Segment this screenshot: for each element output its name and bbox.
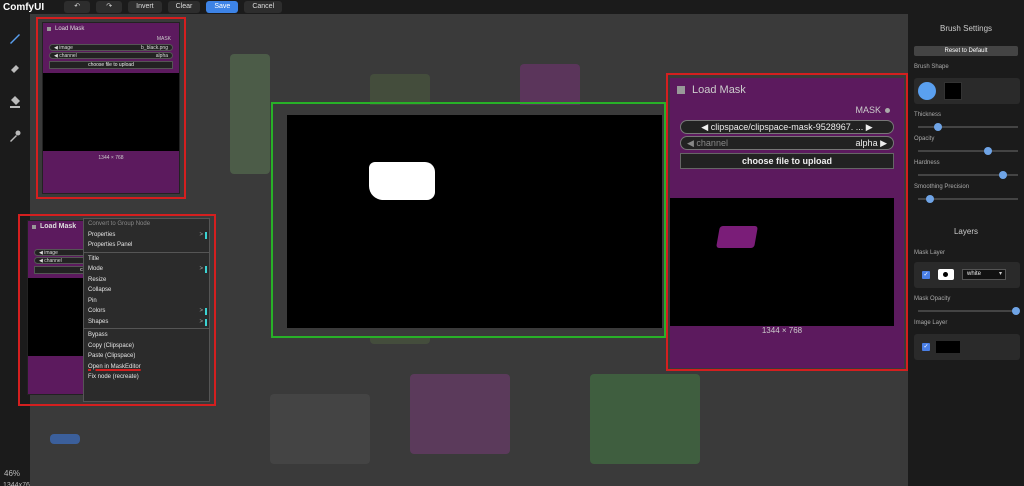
image-layer-label: Image Layer	[914, 320, 948, 326]
mask-opacity-label: Mask Opacity	[914, 296, 951, 302]
smoothing-label: Smoothing Precision	[914, 184, 970, 190]
redo-button[interactable]: ↷	[96, 1, 123, 13]
mask-opacity-slider[interactable]	[918, 307, 1020, 315]
smoothing-slider[interactable]	[918, 195, 1018, 203]
mask-visibility-icon[interactable]	[938, 269, 954, 280]
opacity-label: Opacity	[914, 136, 935, 142]
clear-button[interactable]: Clear	[167, 1, 201, 13]
color-picker-tool[interactable]	[3, 124, 27, 148]
highlight-box-step3	[666, 73, 908, 371]
slider-knob[interactable]	[934, 123, 942, 131]
eraser-icon	[11, 65, 19, 73]
image-layer-thumbnail	[936, 341, 960, 353]
thickness-slider[interactable]	[918, 123, 1018, 131]
paint-bucket-tool[interactable]	[3, 90, 27, 114]
background-node	[410, 374, 510, 454]
slider-knob[interactable]	[999, 171, 1007, 179]
eraser-tool[interactable]	[3, 56, 27, 80]
brush-shape-selector	[914, 78, 1020, 104]
zoom-level: 46%	[4, 469, 21, 478]
invert-button[interactable]: Invert	[128, 1, 162, 13]
mask-layer-checkbox[interactable]: ✓	[922, 271, 930, 279]
brush-settings-title: Brush Settings	[939, 24, 993, 33]
slider-knob[interactable]	[984, 147, 992, 155]
circle-shape-icon[interactable]	[918, 82, 936, 100]
mask-editor-screen: ComfyUI ↶ ↷ Invert Clear Save Cancel 46%…	[0, 0, 1024, 486]
background-node	[230, 54, 270, 174]
slider-knob[interactable]	[926, 195, 934, 203]
image-layer-checkbox[interactable]: ✓	[922, 343, 930, 351]
undo-button[interactable]: ↶	[64, 1, 91, 13]
cancel-button[interactable]: Cancel	[244, 1, 283, 13]
mask-layer-label: Mask Layer	[914, 250, 946, 256]
reset-default-button[interactable]: Reset to Default	[914, 46, 1018, 56]
background-node	[270, 394, 370, 464]
mask-color-select[interactable]: white	[962, 269, 1006, 280]
thickness-label: Thickness	[914, 112, 942, 118]
save-button[interactable]: Save	[206, 1, 239, 13]
slider-knob[interactable]	[1012, 307, 1020, 315]
square-shape-icon[interactable]	[944, 82, 962, 100]
top-toolbar: ComfyUI ↶ ↷ Invert Clear Save Cancel	[0, 0, 1024, 14]
brush-tool[interactable]	[3, 26, 27, 50]
hardness-label: Hardness	[914, 160, 940, 166]
eyedropper-icon	[10, 130, 21, 142]
brush-icon	[10, 34, 20, 44]
highlight-box-canvas	[271, 102, 666, 338]
background-button	[50, 434, 80, 444]
brush-settings-panel: Brush Settings Reset to Default Brush Sh…	[908, 14, 1024, 486]
highlight-box-step2	[18, 214, 216, 406]
hardness-slider[interactable]	[918, 171, 1018, 179]
opacity-slider[interactable]	[918, 147, 1018, 155]
app-title: ComfyUI	[3, 1, 45, 13]
brush-shape-label: Brush Shape	[914, 64, 949, 70]
layers-title: Layers	[953, 227, 978, 236]
background-node	[590, 374, 700, 464]
mask-layer-row: ✓ white	[914, 262, 1020, 288]
image-layer-row: ✓	[914, 334, 1020, 360]
paint-bucket-icon	[10, 96, 20, 108]
highlight-box-step1	[36, 17, 186, 199]
